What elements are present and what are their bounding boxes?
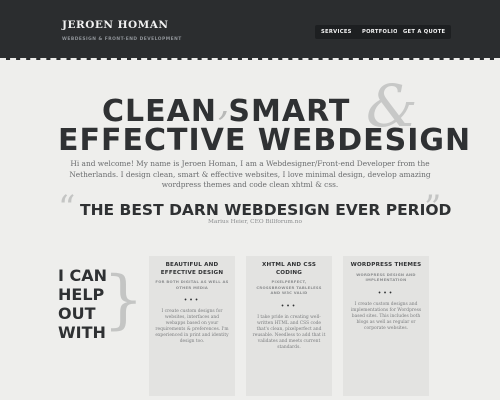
header-bar: JEROEN HOMAN WEBDESIGN & FRONT-END DEVEL… [0, 0, 500, 60]
testimonial-author: Marius Heier, CEO Billforum.no [208, 219, 302, 225]
quote-open-mark: “ [58, 188, 76, 228]
service-subtitle: PIXELPERFECT, CROSSBROWSER TABLELESS AND… [256, 280, 322, 295]
services-heading-line: OUT [58, 304, 96, 323]
hero-headline-line2: EFFECTIVE WEBDESIGN [58, 123, 472, 158]
service-title: BEAUTIFUL AND EFFECTIVE DESIGN [160, 262, 224, 276]
curly-brace: } [103, 263, 144, 337]
intro-text: Hi and welcome! My name is Jeroen Homan,… [69, 159, 431, 189]
services-heading-line: HELP [58, 285, 105, 304]
services-heading-line: I CAN [58, 266, 108, 285]
service-card-wordpress: WORDPRESS THEMES WORDPRESS DESIGN AND IM… [343, 256, 429, 396]
service-description: I take pride in creating well-written HT… [252, 314, 326, 350]
service-title: WORDPRESS THEMES [350, 262, 422, 268]
service-title: XHTML AND CSS CODING [261, 262, 317, 276]
service-card-coding: XHTML AND CSS CODING PIXELPERFECT, CROSS… [246, 256, 332, 396]
quote-close-mark: ” [424, 188, 442, 228]
service-description: I create custom designs for websites, in… [155, 309, 229, 345]
nav-get-a-quote[interactable]: GET A QUOTE [397, 25, 452, 39]
testimonial-quote: THE BEST DARN WEBDESIGN EVER PERIOD [80, 201, 452, 219]
service-divider-dots: ••• [280, 302, 298, 310]
site-tagline: WEBDESIGN & FRONT-END DEVELOPMENT [62, 37, 182, 42]
hero-comma: , [218, 83, 230, 124]
services-heading-line: WITH [58, 323, 106, 342]
services-heading: I CAN HELP OUT WITH [58, 266, 107, 342]
service-divider-dots: ••• [183, 297, 201, 304]
nav-services[interactable]: SERVICES [315, 25, 358, 39]
service-subtitle: FOR BOTH DIGITAL AS WELL AS OTHER MEDIA [155, 280, 229, 290]
site-logo[interactable]: JEROEN HOMAN [62, 19, 169, 31]
service-card-design: BEAUTIFUL AND EFFECTIVE DESIGN FOR BOTH … [149, 256, 235, 396]
service-divider-dots: ••• [377, 289, 395, 297]
service-description: I create custom designs and implementati… [350, 301, 422, 331]
service-subtitle: WORDPRESS DESIGN AND IMPLEMENTATION [356, 272, 416, 283]
